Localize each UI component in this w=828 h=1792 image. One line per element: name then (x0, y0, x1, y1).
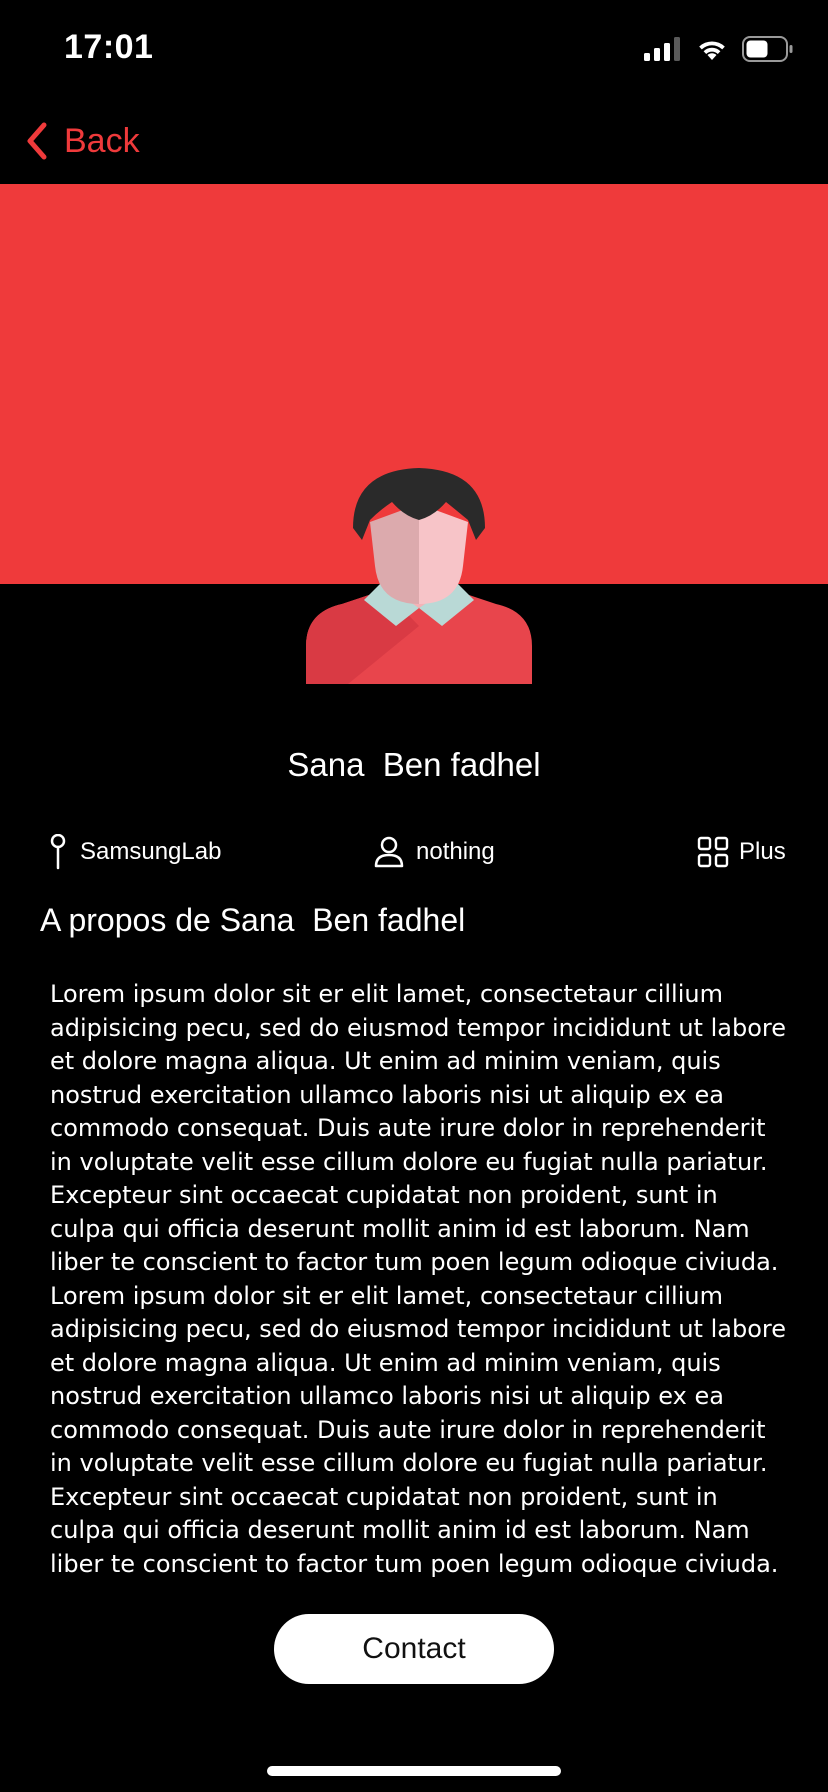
contact-button[interactable]: Contact (274, 1614, 554, 1684)
wifi-icon (699, 41, 725, 60)
contact-label: Contact (362, 1632, 466, 1665)
nav-bar: Back (0, 100, 828, 184)
more-label: Plus (739, 838, 786, 865)
person-icon (374, 836, 404, 868)
grid-icon (697, 836, 729, 868)
company-label: SamsungLab (80, 838, 222, 865)
user-avatar-illustration (306, 468, 532, 684)
role-info: nothing (374, 832, 495, 872)
profile-name: Sana Ben fadhel (287, 746, 541, 783)
about-text: Lorem ipsum dolor sit er elit lamet, con… (50, 980, 786, 1578)
role-label: nothing (416, 838, 495, 865)
chevron-left-icon (27, 122, 47, 160)
status-bar: 17:01 (0, 0, 828, 100)
location-pin-icon (50, 834, 66, 870)
back-button[interactable]: Back (24, 118, 140, 164)
status-icons (644, 36, 794, 62)
back-label: Back (64, 121, 140, 160)
company-info: SamsungLab (50, 832, 221, 872)
about-title: A propos de Sana Ben fadhel (40, 902, 466, 938)
battery-icon (742, 36, 793, 62)
cellular-signal-icon (644, 37, 680, 61)
home-indicator (267, 1766, 561, 1776)
about-scroll-area[interactable]: Lorem ipsum dolor sit er elit lamet, con… (50, 978, 790, 1592)
status-time: 17:01 (64, 28, 154, 66)
more-button[interactable]: Plus (697, 832, 786, 872)
